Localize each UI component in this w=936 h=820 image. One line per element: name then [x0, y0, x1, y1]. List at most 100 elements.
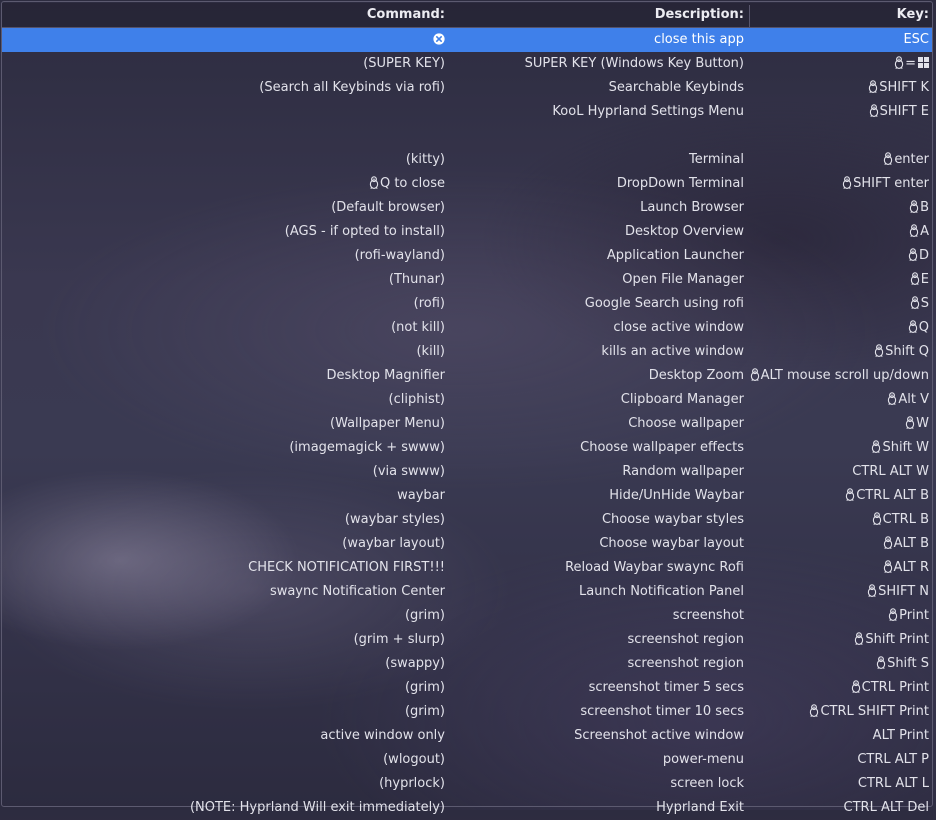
- key-cell: CTRL B: [748, 508, 929, 532]
- description-text: Random wallpaper: [622, 464, 744, 479]
- keybind-row[interactable]: waybar Hide/UnHide Waybar CTRL ALT B: [2, 484, 932, 508]
- key-cell: ALT Print: [748, 724, 929, 748]
- command-cell: (grim): [2, 604, 445, 628]
- description-cell: DropDown Terminal: [446, 172, 744, 196]
- command-text: (via swww): [372, 464, 445, 479]
- description-text: Open File Manager: [622, 272, 744, 287]
- key-text: CTRL ALT W: [852, 464, 929, 479]
- keybind-row[interactable]: (SUPER KEY) SUPER KEY (Windows Key Button…: [2, 52, 932, 76]
- key-cell: Q: [748, 316, 929, 340]
- keybind-row[interactable]: Q to close DropDown Terminal SHIFT enter: [2, 172, 932, 196]
- keybind-row[interactable]: (wlogout) power-menu CTRL ALT P: [2, 748, 932, 772]
- key-text: ALT mouse scroll up/down: [760, 368, 929, 383]
- key-cell: SHIFT E: [748, 100, 929, 124]
- keybind-row[interactable]: (kill) kills an active window Shift Q: [2, 340, 932, 364]
- keybind-row[interactable]: (kitty) Terminal enter: [2, 148, 932, 172]
- description-text: Terminal: [689, 152, 744, 167]
- keybind-row[interactable]: (imagemagick + swww) Choose wallpaper eff…: [2, 436, 932, 460]
- keybind-row[interactable]: (swappy) screenshot region Shift S: [2, 652, 932, 676]
- command-cell: (Thunar): [2, 268, 445, 292]
- keybind-row[interactable]: (Search all Keybinds via rofi) Searchable…: [2, 76, 932, 100]
- column-header-description[interactable]: Description:: [446, 3, 744, 27]
- keybind-row[interactable]: (grim) screenshot Print: [2, 604, 932, 628]
- key-text: SHIFT N: [878, 584, 929, 599]
- key-cell: CTRL ALT L: [748, 772, 929, 796]
- key-text: CTRL ALT P: [857, 752, 929, 767]
- description-text: Choose waybar styles: [601, 512, 744, 527]
- keybind-row-selected[interactable]: close this app ESC: [2, 28, 932, 52]
- tux-penguin-icon: [910, 270, 920, 285]
- keybind-row[interactable]: (grim) screenshot timer 10 secs CTRL SHIFT…: [2, 700, 932, 724]
- command-text: (SUPER KEY): [363, 56, 445, 71]
- command-cell: (wlogout): [2, 748, 445, 772]
- command-cell: (cliphist): [2, 388, 446, 412]
- keybind-row[interactable]: (AGS - if opted to install) Desktop Overv…: [2, 220, 932, 244]
- description-cell: Hide/UnHide Waybar: [446, 484, 744, 508]
- keybind-row[interactable]: KooL Hyprland Settings Menu SHIFT E: [2, 100, 932, 124]
- keybind-row[interactable]: CHECK NOTIFICATION FIRST!!! Reload Waybar…: [2, 556, 932, 580]
- keybind-row[interactable]: (NOTE: Hyprland Will exit immediately) Hy…: [2, 796, 932, 820]
- tux-penguin-icon: [854, 630, 864, 645]
- description-text: SUPER KEY (Windows Key Button): [524, 56, 744, 71]
- description-cell: screenshot region: [446, 628, 744, 652]
- tux-penguin-icon: [867, 582, 877, 597]
- description-text: Hyprland Exit: [656, 800, 744, 815]
- keybind-row[interactable]: (waybar layout) Choose waybar layout ALT B: [2, 532, 932, 556]
- description-text: Reload Waybar swaync Rofi: [565, 560, 744, 575]
- keybind-row[interactable]: (not kill) close active window Q: [2, 316, 932, 340]
- keybind-row[interactable]: (grim + slurp) screenshot region Shift Pri…: [2, 628, 932, 652]
- windows-logo-icon: [918, 53, 929, 68]
- command-text: (Wallpaper Menu): [330, 416, 445, 431]
- keybind-row[interactable]: (rofi-wayland) Application Launcher D: [2, 244, 932, 268]
- key-text: ALT Print: [872, 728, 929, 743]
- keybind-row[interactable]: (hyprlock) screen lock CTRL ALT L: [2, 772, 932, 796]
- keybind-row[interactable]: (grim) screenshot timer 5 secs CTRL Print: [2, 676, 932, 700]
- command-text: Desktop Magnifier: [326, 368, 445, 383]
- key-cell: E: [748, 268, 929, 292]
- command-cell: (imagemagick + swww): [2, 436, 445, 460]
- description-cell: screenshot: [446, 604, 744, 628]
- keybind-row[interactable]: Desktop Magnifier Desktop Zoom ALT mouse s…: [2, 364, 932, 388]
- keybind-row[interactable]: [2, 124, 932, 148]
- command-text: (swappy): [385, 656, 445, 671]
- key-text: CTRL Print: [861, 680, 929, 695]
- command-cell: (SUPER KEY): [2, 52, 445, 76]
- keybind-row[interactable]: (waybar styles) Choose waybar styles CTRL …: [2, 508, 932, 532]
- column-header-command[interactable]: Command:: [2, 3, 445, 27]
- description-cell: Desktop Overview: [446, 220, 744, 244]
- command-text: (Default browser): [331, 200, 445, 215]
- command-text: Q to close: [379, 176, 445, 191]
- key-cell: CTRL SHIFT Print: [748, 700, 929, 724]
- key-cell: [748, 124, 929, 148]
- command-text: CHECK NOTIFICATION FIRST!!!: [248, 560, 445, 575]
- key-cell: B: [748, 196, 929, 220]
- keybind-row[interactable]: (Default browser) Launch Browser B: [2, 196, 932, 220]
- column-header-key[interactable]: Key:: [748, 3, 929, 27]
- command-text: (wlogout): [383, 752, 445, 767]
- command-text: (NOTE: Hyprland Will exit immediately): [189, 800, 445, 815]
- description-text: screenshot: [672, 608, 744, 623]
- key-text: A: [920, 224, 929, 239]
- command-cell: active window only: [2, 724, 445, 748]
- keybind-row[interactable]: (Thunar) Open File Manager E: [2, 268, 932, 292]
- key-cell: CTRL Print: [748, 676, 929, 700]
- keybind-row[interactable]: (Wallpaper Menu) Choose wallpaper W: [2, 412, 932, 436]
- description-text: close this app: [654, 32, 744, 47]
- key-text: Shift Q: [885, 344, 929, 359]
- command-cell: (grim + slurp): [2, 628, 445, 652]
- command-cell: (hyprlock): [2, 772, 445, 796]
- command-text: (grim): [404, 680, 445, 695]
- tux-penguin-icon: [887, 390, 897, 405]
- keybind-row[interactable]: (rofi) Google Search using rofi S: [2, 292, 932, 316]
- key-text: SHIFT K: [879, 80, 929, 95]
- key-text: CTRL ALT B: [856, 488, 929, 503]
- key-cell: SHIFT N: [748, 580, 929, 604]
- keybind-row[interactable]: swaync Notification Center Launch Notific…: [2, 580, 932, 604]
- description-cell: SUPER KEY (Windows Key Button): [446, 52, 744, 76]
- keybind-row[interactable]: (cliphist) Clipboard Manager Alt V: [2, 388, 932, 412]
- keybind-row[interactable]: (via swww) Random wallpaper CTRL ALT W: [2, 460, 932, 484]
- description-text: screenshot region: [627, 656, 744, 671]
- keybind-row[interactable]: active window only Screenshot active wind…: [2, 724, 932, 748]
- description-cell: screenshot region: [446, 652, 744, 676]
- key-text: D: [918, 248, 929, 263]
